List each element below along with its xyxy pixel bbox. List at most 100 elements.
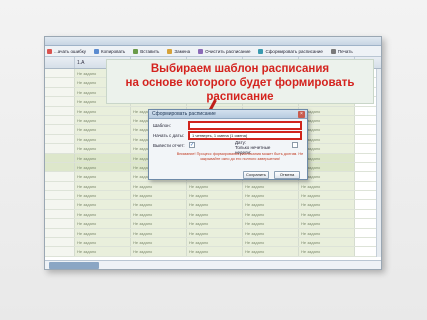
table-cell[interactable]: Не задано [131,200,187,209]
paste-icon [133,48,139,54]
table-row: Не заданоНе заданоНе заданоНе заданоНе з… [45,191,381,201]
callout-line: на основе которого будет формировать [125,77,355,89]
table-cell[interactable]: Не задано [299,238,355,247]
table-row: Не заданоНе заданоНе заданоНе заданоНе з… [45,238,381,248]
table-cell[interactable]: Не задано [243,228,299,238]
template-label: Шаблон: [153,123,171,128]
table-cell[interactable]: Не задано [243,191,299,200]
toolbar-label: Печать [337,48,353,54]
callout-line: Выбираем шаблон расписания [150,63,330,75]
table-cell[interactable]: Не задано [131,238,187,247]
replace-icon [167,48,173,54]
table-cell[interactable]: Не задано [131,181,187,191]
close-icon[interactable]: × [298,111,305,118]
row-header-cell [45,134,75,144]
table-cell[interactable]: Не задано [243,238,299,247]
template-field[interactable] [188,121,302,130]
status-tab[interactable] [49,262,99,269]
table-cell[interactable]: Не задано [75,219,131,228]
table-cell[interactable]: Не задано [299,200,355,209]
table-cell[interactable]: Не задано [75,134,131,144]
toolbar-item-paste[interactable]: Вставить [133,48,160,54]
dialog-title-text: Сформировать расписание [152,111,216,117]
table-cell[interactable]: Не задано [131,247,187,256]
table-row: Не заданоНе заданоНе заданоНе заданоНе з… [45,200,381,210]
row-header-cell [45,191,75,200]
print-icon [330,48,336,54]
row-header-cell [45,87,75,97]
error-icon [47,48,52,54]
generate-icon [258,48,264,54]
table-cell[interactable]: Не задано [131,191,187,200]
row-header-cell [45,219,75,228]
row-header-cell [45,144,75,153]
toolbar-item-clear[interactable]: Очистить расписание [198,48,250,54]
toolbar-item-error[interactable]: ...ачать ошибку [47,48,86,54]
table-cell[interactable]: Не задано [75,181,131,191]
table-cell[interactable]: Не задано [299,247,355,256]
table-cell[interactable]: Не задано [75,144,131,153]
table-cell[interactable]: Не задано [187,191,243,200]
toolbar-label: Вставить [140,48,160,54]
table-cell[interactable]: Не задано [187,200,243,209]
table-cell[interactable]: Не задано [299,209,355,219]
start-date-field[interactable]: 1 четверть, 1 смена (1 смена) [188,131,302,140]
row-header-cell [45,228,75,238]
toolbar-item-copy[interactable]: Копировать [94,48,125,54]
table-cell[interactable]: Не задано [75,209,131,219]
table-cell[interactable]: Не задано [187,228,243,238]
table-cell[interactable]: Не задано [299,228,355,238]
table-cell[interactable]: Не задано [243,200,299,209]
toolbar-item-print[interactable]: Печать [330,48,353,54]
cancel-button[interactable]: Отмена [274,171,300,179]
app-title-bar [45,37,381,46]
table-row: Не заданоНе заданоНе заданоНе заданоНе з… [45,228,381,239]
row-header-cell [45,69,75,78]
show-report-checkbox[interactable]: ✓ [189,142,195,148]
toolbar-item-replace[interactable]: Замена [167,48,190,54]
table-cell[interactable]: Не задано [299,191,355,200]
table-cell[interactable]: Не задано [243,209,299,219]
table-cell[interactable]: Не задано [187,181,243,191]
row-header-cell [45,78,75,87]
show-report-label: Вывести отчет: [153,143,185,148]
table-cell[interactable]: Не задано [187,209,243,219]
table-cell[interactable]: Не задано [75,247,131,256]
table-cell[interactable]: Не задано [75,153,131,162]
row-header-cell [45,181,75,191]
table-cell[interactable]: Не задано [299,181,355,191]
table-cell[interactable]: Не задано [75,172,131,181]
table-cell[interactable]: Не задано [131,219,187,228]
table-cell[interactable]: Не задано [243,247,299,256]
toolbar-label: Сформировать расписание [265,48,323,54]
table-cell[interactable]: Не задано [75,200,131,209]
generate-schedule-dialog: Сформировать расписание × Шаблон: Начать… [148,109,308,180]
only-odd-checkbox[interactable] [292,142,298,148]
table-cell[interactable]: Не задано [75,238,131,247]
table-cell[interactable]: Не задано [75,228,131,238]
table-cell[interactable]: Не задано [243,219,299,228]
row-header-cell [45,247,75,256]
table-cell[interactable]: Не задано [75,125,131,134]
table-cell[interactable]: Не задано [75,162,131,172]
table-cell[interactable]: Не задано [187,238,243,247]
instruction-callout: Выбираем шаблон расписания на основе кот… [106,59,374,104]
table-cell[interactable]: Не задано [131,209,187,219]
table-cell[interactable]: Не задано [75,191,131,200]
table-cell[interactable]: Не задано [75,106,131,115]
copy-icon [94,48,100,54]
table-cell[interactable]: Не задано [299,219,355,228]
table-cell[interactable]: Не задано [243,181,299,191]
table-row: Не заданоНе заданоНе заданоНе заданоНе з… [45,181,381,192]
clear-icon [198,48,204,54]
table-cell[interactable]: Не задано [187,247,243,256]
table-cell[interactable]: Не задано [131,228,187,238]
table-cell[interactable]: Не задано [75,115,131,125]
vertical-scrollbar[interactable] [376,69,381,257]
table-row: Не заданоНе заданоНе заданоНе заданоНе з… [45,209,381,220]
save-button[interactable]: Сохранить [243,171,269,179]
row-header-cell [45,200,75,209]
row-header-cell [45,162,75,172]
table-cell[interactable]: Не задано [187,219,243,228]
toolbar-item-generate[interactable]: Сформировать расписание [258,48,323,54]
